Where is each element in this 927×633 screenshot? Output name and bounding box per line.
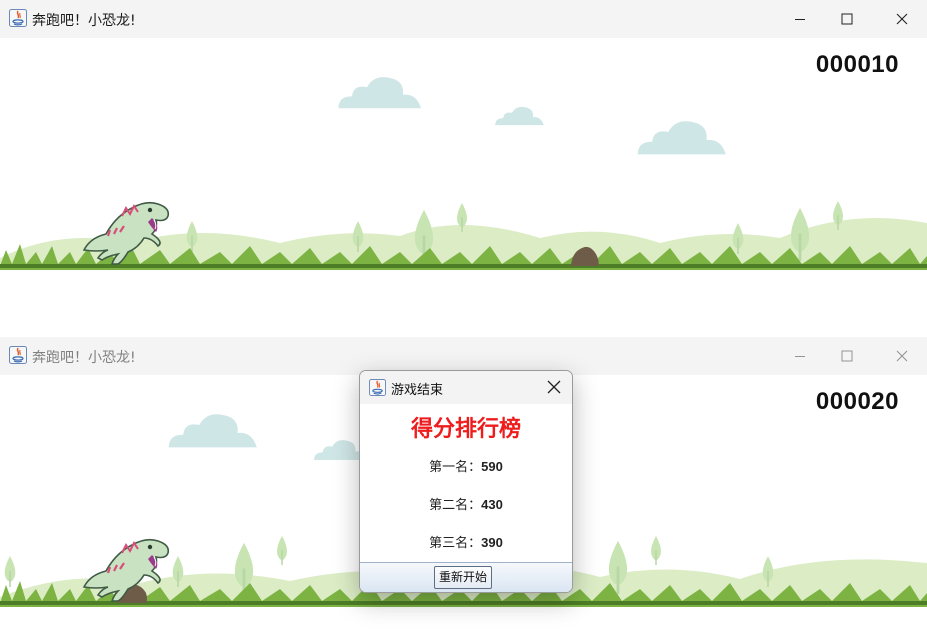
- leaderboard-heading: 得分排行榜: [410, 417, 521, 442]
- rank-entry: 第二名：430: [360, 494, 572, 513]
- maximize-icon: [841, 13, 853, 25]
- java-app-icon: [9, 346, 27, 364]
- minimize-icon: [795, 356, 805, 357]
- restart-button[interactable]: 重新开始: [434, 566, 493, 589]
- dialog-title: 游戏结束: [391, 383, 444, 398]
- close-button[interactable]: [879, 337, 925, 375]
- rank-score: 430: [481, 497, 503, 512]
- rank-entry: 第一名：590: [360, 456, 572, 475]
- minimize-button[interactable]: [777, 0, 823, 38]
- dialog-title-bar[interactable]: 游戏结束: [360, 371, 572, 404]
- window-title: 奔跑吧！小恐龙!: [32, 13, 136, 29]
- tree: [651, 536, 661, 565]
- score-counter: 000010: [815, 51, 899, 78]
- tree: [4, 556, 16, 587]
- cloud: [168, 414, 257, 448]
- minimize-icon: [795, 19, 805, 20]
- maximize-icon: [841, 350, 853, 362]
- maximize-button[interactable]: [824, 337, 870, 375]
- rank-score: 590: [481, 459, 503, 474]
- game-canvas[interactable]: 000010: [0, 38, 927, 295]
- maximize-button[interactable]: [824, 0, 870, 38]
- game-scene: [0, 77, 927, 270]
- cloud: [637, 121, 726, 155]
- game-over-dialog: 游戏结束 得分排行榜 第一名：590 第二名：430 第三名：390 重新开始: [359, 370, 573, 593]
- cloud: [338, 77, 421, 109]
- score-counter: 000020: [815, 388, 899, 415]
- close-icon[interactable]: [544, 377, 564, 397]
- window-title: 奔跑吧！小恐龙!: [32, 350, 136, 366]
- rank-label: 第一名：: [429, 460, 482, 475]
- close-icon: [896, 13, 908, 25]
- rank-label: 第二名：: [429, 498, 482, 513]
- java-app-icon: [9, 9, 27, 27]
- rank-entry: 第三名：390: [360, 532, 572, 551]
- game-window-top: 奔跑吧！小恐龙! 000010: [0, 0, 927, 295]
- cloud: [495, 106, 544, 126]
- title-bar[interactable]: 奔跑吧！小恐龙!: [0, 0, 927, 38]
- dialog-button-bar: 重新开始: [360, 562, 572, 592]
- tree: [277, 536, 287, 565]
- ground-line: [0, 264, 927, 268]
- rank-label: 第三名：: [429, 536, 482, 551]
- close-icon: [896, 350, 908, 362]
- close-button[interactable]: [879, 0, 925, 38]
- rank-score: 390: [481, 535, 503, 550]
- minimize-button[interactable]: [777, 337, 823, 375]
- java-app-icon: [369, 379, 386, 396]
